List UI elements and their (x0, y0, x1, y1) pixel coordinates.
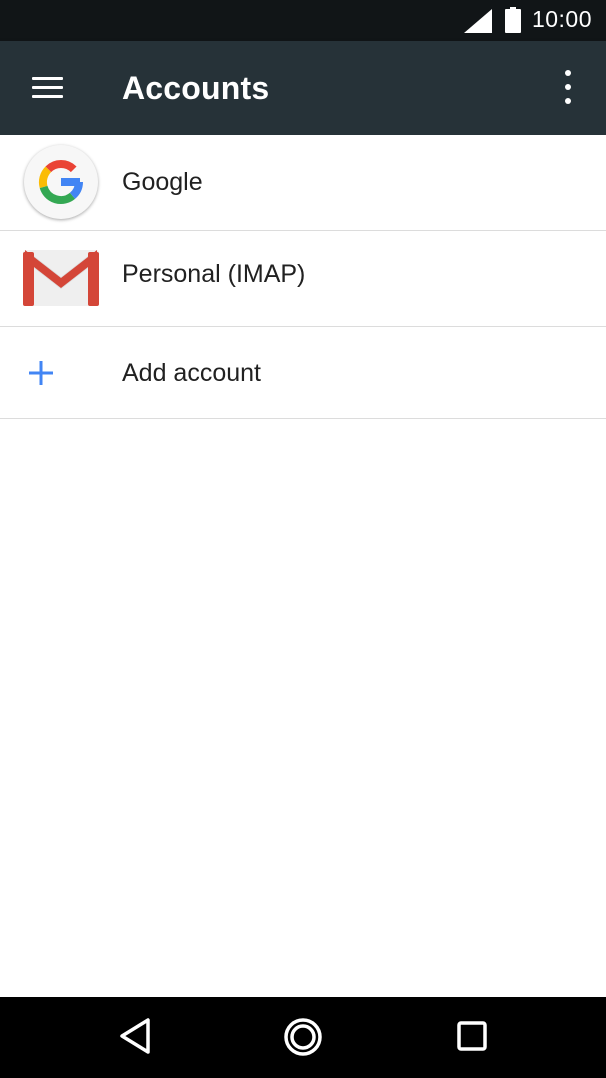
navigation-bar (0, 997, 606, 1078)
gmail-m-icon (23, 250, 99, 306)
plus-icon (29, 361, 53, 385)
account-list: Google Personal (IMAP) Add account (0, 135, 606, 419)
back-triangle-icon[interactable] (118, 1017, 152, 1055)
google-g-icon (24, 145, 98, 219)
app-bar: Accounts (0, 41, 606, 135)
more-vert-icon[interactable] (550, 65, 586, 111)
hamburger-menu-icon[interactable] (22, 68, 72, 110)
account-label-google: Google (122, 168, 203, 196)
status-bar: 10:00 (0, 0, 606, 41)
status-time: 10:00 (531, 6, 592, 32)
home-circle-icon[interactable] (283, 1017, 323, 1057)
recents-square-icon[interactable] (457, 1021, 487, 1051)
page-title: Accounts (122, 70, 270, 106)
account-item-personal-imap[interactable]: Personal (IMAP) (0, 231, 606, 327)
account-label-personal: Personal (IMAP) (122, 260, 306, 288)
add-account-label: Add account (122, 359, 261, 387)
add-account-button[interactable]: Add account (0, 327, 606, 419)
battery-full-icon (505, 7, 521, 33)
account-item-google[interactable]: Google (0, 135, 606, 231)
cellular-signal-icon (464, 9, 492, 33)
